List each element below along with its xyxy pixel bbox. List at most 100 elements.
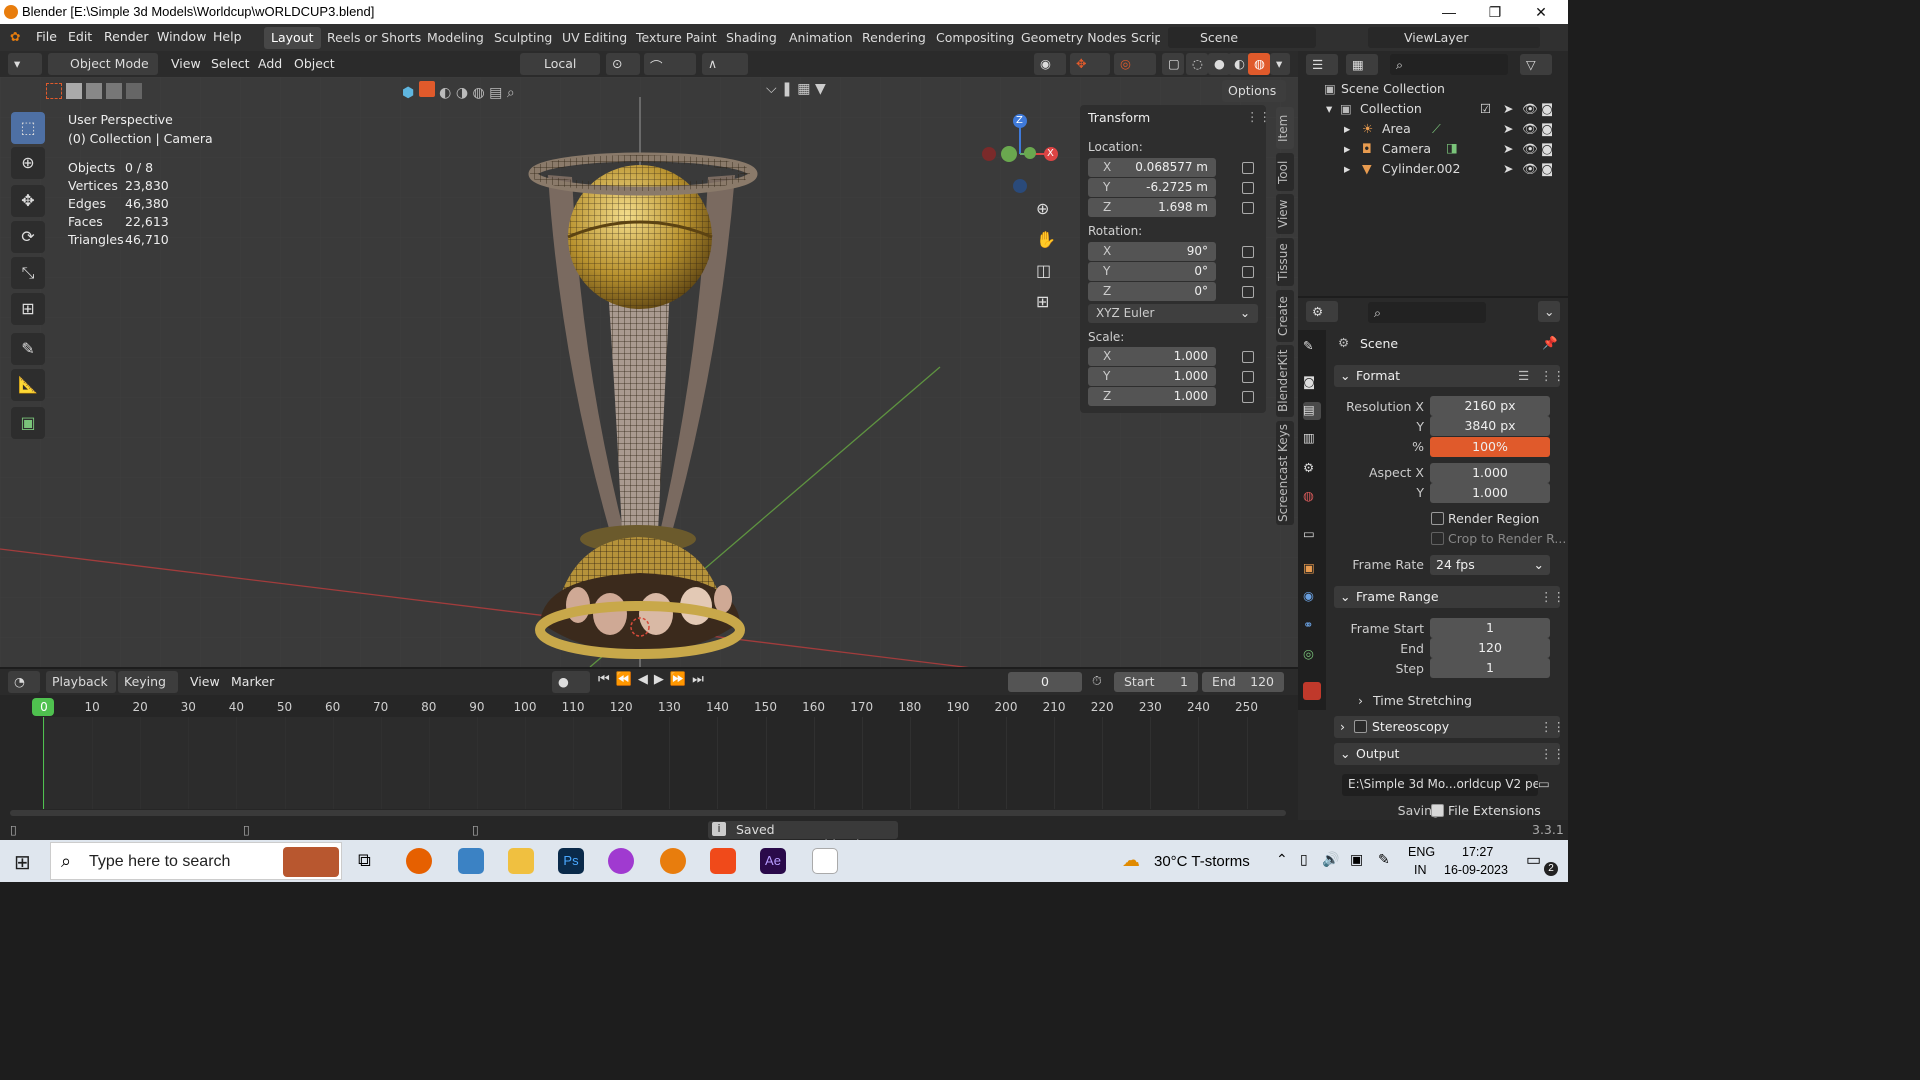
viewport-nav-buttons[interactable]: ⊕ ✋ ◫ ⊞ [1036,199,1060,311]
minimize-button[interactable]: — [1426,2,1472,22]
pan-hand-icon[interactable]: ✋ [1036,230,1060,261]
panel-drag-icon[interactable]: ⋮⋮ [1540,589,1565,604]
select-new-icon[interactable] [66,83,82,99]
visibility-icon[interactable]: ◉ [1034,53,1066,75]
rotation-x-field[interactable]: X 90° [1088,242,1216,261]
world-props-icon[interactable]: ◍ [1303,488,1321,506]
sidetab-tissue[interactable]: Tissue [1276,238,1294,286]
timeline-ruler[interactable]: 0 10 20 30 40 50 60 70 80 90 100 110 120 130 140 150 160… [0,695,1298,719]
pin-icon[interactable]: 📌 [1542,335,1558,351]
tab-shading[interactable]: Shading [719,27,784,49]
disclosure-open-icon[interactable]: ▾ [1326,101,1332,116]
select-invert-icon[interactable] [126,83,142,99]
menu-file[interactable]: File [36,29,57,44]
tab-geometry-nodes[interactable]: Geometry Nodes [1014,27,1133,49]
chevron-up-icon[interactable]: ⌃ [1276,851,1288,868]
menu-window[interactable]: Window [157,29,206,44]
select-extend-icon[interactable] [86,83,102,99]
navigation-gizmo[interactable]: Z X [980,113,1060,193]
menu-render[interactable]: Render [104,29,149,44]
view-layer-props-icon[interactable]: ▥ [1303,430,1321,448]
collection-props-icon[interactable]: ▭ [1303,526,1321,544]
outliner-row-area[interactable]: ▸ ☀ Area ⟋ ➤ 👁 ◙ [1298,119,1568,139]
viewport-menu-view[interactable]: View [171,56,201,71]
shading-options-icon[interactable]: ▾ [1270,53,1290,75]
select-arrow-icon[interactable]: ➤ [1503,101,1513,116]
lock-icon[interactable] [1242,202,1254,214]
zoom-icon[interactable]: ⊕ [1036,199,1060,230]
blender-taskbar-icon[interactable] [660,848,686,874]
options-button[interactable]: Options [1222,80,1286,102]
after-effects-icon[interactable]: Ae [760,848,786,874]
properties-search-input[interactable]: ⌕ [1368,302,1486,323]
crop-checkbox[interactable] [1431,532,1444,545]
stereoscopy-panel-header[interactable]: › Stereoscopy ⋮⋮ [1334,716,1565,738]
texture-props-icon[interactable] [1303,682,1321,700]
select-subtract-icon[interactable] [106,83,122,99]
sidetab-create[interactable]: Create [1276,290,1294,342]
output-props-icon[interactable]: ▤ [1303,402,1321,420]
stopwatch-icon[interactable]: ⏱ [1092,673,1102,689]
rotation-z-field[interactable]: Z 0° [1088,282,1216,301]
windows-start-icon[interactable]: ⊞ [14,850,31,875]
bookmark-icon[interactable]: ❚ [781,81,793,97]
screen-capture-icon[interactable]: ▣ [1350,851,1363,868]
tool-transform[interactable]: ⊞ [11,293,45,325]
curve-icon[interactable]: ⌵ [766,81,777,97]
timeline-editor-type-button[interactable]: ◔ [8,671,40,693]
tab-texture-paint[interactable]: Texture Paint [629,27,724,49]
resolution-percent-field[interactable]: 100% [1430,437,1550,457]
viewport-menu-add[interactable]: Add [258,56,282,71]
lock-icon[interactable] [1242,246,1254,258]
lock-icon[interactable] [1242,182,1254,194]
menu-help[interactable]: Help [213,29,242,44]
disclosure-closed-icon[interactable]: ▸ [1344,141,1350,156]
eye-icon[interactable]: 👁 [1522,101,1538,117]
rotation-y-field[interactable]: Y 0° [1088,262,1216,281]
overlay-toggle-icon[interactable]: ◎ [1114,53,1156,75]
record-button[interactable]: ● [552,671,590,693]
sidetab-item[interactable]: Item [1276,107,1294,149]
scene-props-icon[interactable]: ⚙ [1303,460,1321,478]
task-view-icon[interactable]: ⧉ [358,850,371,871]
sidetab-tool[interactable]: Tool [1276,153,1294,191]
tab-uv-editing[interactable]: UV Editing [555,27,634,49]
editor-type-button[interactable]: ▾ [8,53,42,75]
playback-menu[interactable]: Playback [46,671,116,693]
snap-icon[interactable]: ⌒ [644,53,696,75]
resolution-y-field[interactable]: 3840 px [1430,416,1550,436]
outliner-row-scene-collection[interactable]: ▣ Scene Collection [1298,79,1568,99]
tool-select-box[interactable]: ⬚ [11,112,45,144]
outliner-filter-icon[interactable]: ▽ [1520,54,1552,75]
start-frame-field[interactable]: Start 1 [1114,672,1198,692]
outliner-row-camera[interactable]: ▸ ◘ Camera ◨ ➤ 👁 ◙ [1298,139,1568,159]
disclosure-closed-icon[interactable]: ▸ [1344,161,1350,176]
mode-dropdown[interactable]: Object Mode [48,53,158,75]
files-icon[interactable] [458,848,484,874]
lock-icon[interactable] [1242,162,1254,174]
render-region-checkbox[interactable] [1431,512,1444,525]
selection-mode-buttons[interactable] [44,81,144,101]
play-reverse-icon[interactable]: ◀ [638,672,654,687]
tool-move[interactable]: ✥ [11,185,45,217]
jump-end-icon[interactable]: ⏭ [692,672,710,687]
zoom-icon[interactable]: ⌕ [507,85,515,101]
jump-start-icon[interactable]: ⏮ [598,672,616,687]
folder-icon[interactable]: ▭ [1538,776,1550,791]
camera-render-icon[interactable]: ◙ [1541,121,1553,136]
lock-icon[interactable] [1242,286,1254,298]
tab-modeling[interactable]: Modeling [420,27,491,49]
camera-render-icon[interactable]: ◙ [1541,101,1553,116]
playback-controls[interactable]: ⏮⏪◀▶⏩⏭ [598,672,722,692]
view-layer-selector[interactable]: ViewLayer [1368,27,1540,48]
tab-reels-or-shorts[interactable]: Reels or Shorts [320,27,428,49]
pivot-point-icon[interactable]: ⊙ [606,53,640,75]
data-props-icon[interactable]: ◎ [1303,646,1321,664]
color-wheel-icon[interactable]: ⬢ [402,85,414,101]
rendered-shading-icon[interactable]: ◍ [1248,53,1270,75]
proportional-edit-icon[interactable]: ∧ [702,53,748,75]
location-x-field[interactable]: X 0.068577 m [1088,158,1216,177]
maximize-button[interactable]: ❐ [1472,2,1518,22]
timeline-marker-menu[interactable]: Marker [231,674,274,689]
menu-edit[interactable]: Edit [68,29,92,44]
